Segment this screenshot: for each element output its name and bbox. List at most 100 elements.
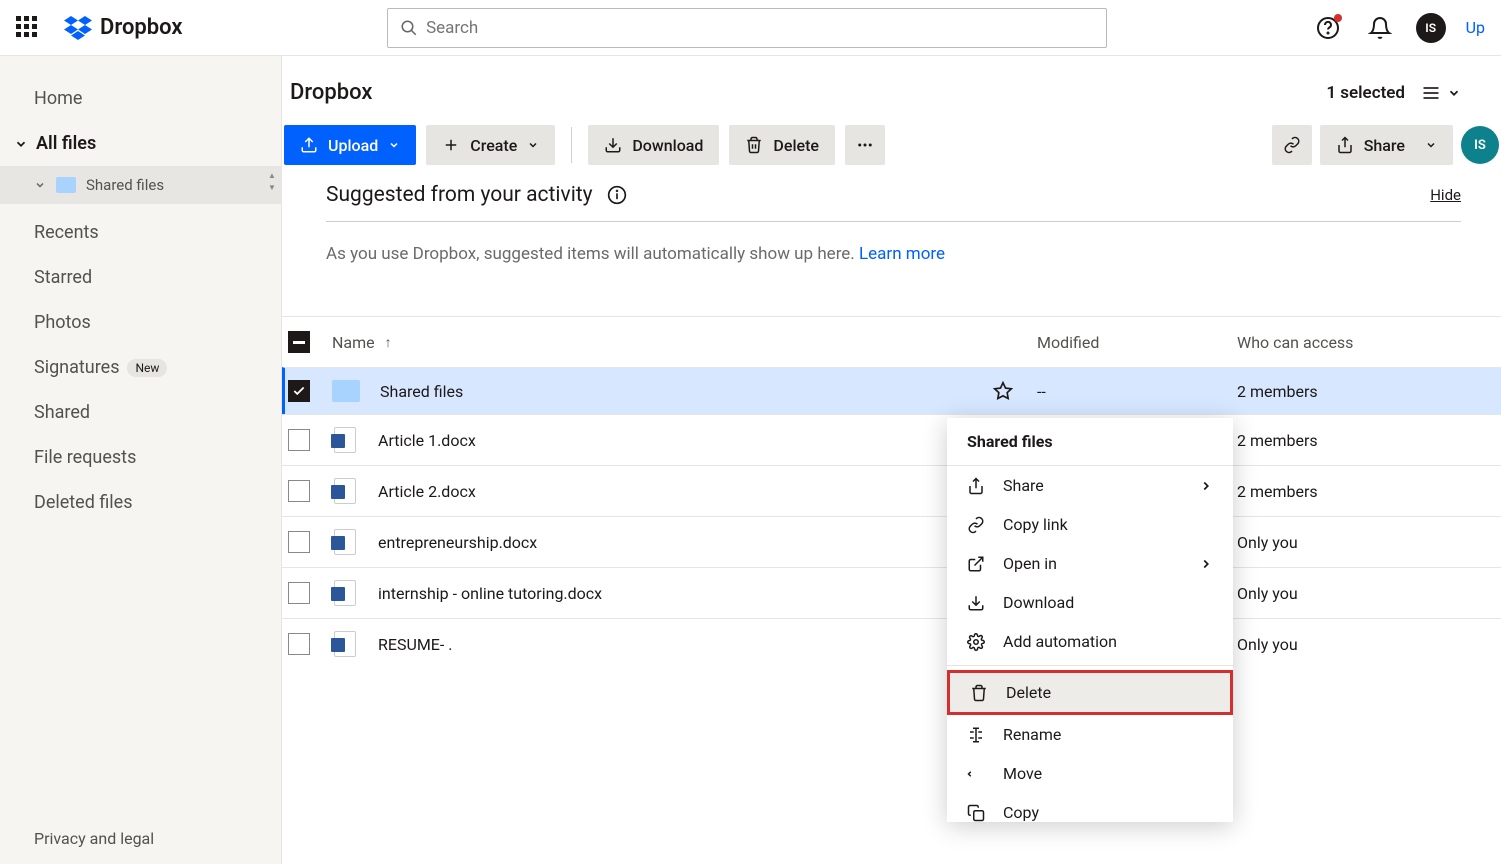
table-header-row: Name ↑ Modified Who can access: [282, 317, 1501, 367]
member-avatar[interactable]: IS: [1461, 126, 1499, 164]
search-container: [183, 8, 1312, 48]
create-button[interactable]: Create: [426, 125, 555, 165]
top-header: Dropbox IS Up: [0, 0, 1501, 56]
sidebar-item-photos[interactable]: Photos: [0, 300, 281, 345]
word-doc-icon: [332, 478, 358, 504]
open-icon: [967, 555, 987, 573]
chevron-down-icon: [34, 179, 46, 191]
menu-item-copy-link[interactable]: Copy link: [947, 505, 1233, 544]
sidebar-item-starred[interactable]: Starred: [0, 255, 281, 300]
trash-icon: [970, 684, 990, 702]
access-info: 2 members: [1237, 482, 1461, 501]
access-info: Only you: [1237, 533, 1461, 552]
link-icon: [1283, 136, 1301, 154]
chevron-right-icon: [1199, 557, 1213, 571]
menu-item-move[interactable]: Move: [947, 754, 1233, 793]
sidebar-item-home[interactable]: Home: [0, 76, 281, 121]
dropbox-logo[interactable]: Dropbox: [64, 15, 183, 40]
user-avatar[interactable]: IS: [1416, 13, 1446, 43]
row-checkbox[interactable]: [288, 429, 310, 451]
menu-item-share[interactable]: Share: [947, 466, 1233, 505]
notifications-button[interactable]: [1364, 12, 1396, 44]
rename-icon: [967, 726, 987, 744]
file-name: Article 1.docx: [378, 431, 476, 450]
main-header: Dropbox 1 selected: [282, 80, 1501, 105]
menu-item-label: Rename: [1003, 725, 1061, 744]
chevron-down-icon: [388, 139, 400, 151]
help-button[interactable]: [1312, 12, 1344, 44]
suggested-section: Suggested from your activity Hide As you…: [282, 183, 1501, 317]
chevron-down-icon: [527, 139, 539, 151]
hide-link[interactable]: Hide: [1430, 186, 1461, 204]
row-checkbox[interactable]: [288, 531, 310, 553]
upgrade-link[interactable]: Up: [1466, 18, 1485, 37]
menu-item-delete[interactable]: Delete: [947, 670, 1233, 715]
row-checkbox[interactable]: [288, 380, 310, 402]
chevron-down-icon: [1447, 86, 1461, 100]
sidebar-item-recents[interactable]: Recents: [0, 210, 281, 255]
word-doc-icon: [332, 427, 358, 453]
copy-link-button[interactable]: [1272, 125, 1312, 165]
menu-divider: [947, 665, 1233, 666]
menu-item-label: Share: [1003, 476, 1044, 495]
scroll-widget[interactable]: ▲▼: [267, 170, 277, 192]
word-doc-icon: [332, 529, 358, 555]
table-row[interactable]: Shared files--2 members: [282, 367, 1501, 414]
word-doc-icon: [332, 631, 358, 657]
menu-item-add-automation[interactable]: Add automation: [947, 622, 1233, 661]
file-name: entrepreneurship.docx: [378, 533, 537, 552]
row-checkbox[interactable]: [288, 480, 310, 502]
delete-button[interactable]: Delete: [729, 125, 835, 165]
row-checkbox[interactable]: [288, 582, 310, 604]
search-box[interactable]: [387, 8, 1107, 48]
view-toggle[interactable]: [1421, 83, 1461, 103]
page-title: Dropbox: [286, 80, 372, 105]
download-button[interactable]: Download: [588, 125, 719, 165]
trash-icon: [745, 136, 763, 154]
table-row[interactable]: entrepreneurship.docx19/5/2021 8:05 pmOn…: [282, 516, 1501, 567]
table-row[interactable]: RESUME- .20/5/2021 7:21 pmOnly you: [282, 618, 1501, 669]
menu-item-label: Open in: [1003, 554, 1057, 573]
dropbox-icon: [64, 16, 92, 40]
menu-item-open-in[interactable]: Open in: [947, 544, 1233, 583]
menu-item-download[interactable]: Download: [947, 583, 1233, 622]
learn-more-link[interactable]: Learn more: [859, 244, 945, 264]
header-right: IS Up: [1312, 12, 1485, 44]
share-button[interactable]: Share: [1320, 125, 1453, 165]
row-checkbox[interactable]: [288, 633, 310, 655]
sidebar-item-deleted-files[interactable]: Deleted files: [0, 480, 281, 525]
menu-item-label: Add automation: [1003, 632, 1117, 651]
table-row[interactable]: Article 1.docx22/5/2021 8:51 pm2 members: [282, 414, 1501, 465]
notification-dot: [1334, 14, 1342, 22]
download-icon: [967, 594, 987, 612]
download-icon: [604, 136, 622, 154]
info-icon[interactable]: [607, 185, 627, 205]
menu-item-label: Copy link: [1003, 515, 1068, 534]
select-all-checkbox[interactable]: [288, 331, 310, 353]
suggested-text: As you use Dropbox, suggested items will…: [326, 222, 1461, 300]
sidebar-item-shared[interactable]: Shared: [0, 390, 281, 435]
table-row[interactable]: internship - online tutoring.docx19/5/20…: [282, 567, 1501, 618]
sidebar-subitem-shared-files[interactable]: Shared files ▲▼: [0, 166, 281, 204]
suggested-title: Suggested from your activity: [326, 183, 627, 207]
sidebar-item-all-files[interactable]: All files: [0, 121, 281, 166]
column-header-modified[interactable]: Modified: [1037, 333, 1237, 352]
column-header-access[interactable]: Who can access: [1237, 333, 1461, 352]
word-doc-icon: [332, 580, 358, 606]
more-actions-button[interactable]: [845, 125, 885, 165]
shared-folder-icon: [332, 380, 360, 402]
table-row[interactable]: Article 2.docx22/5/2021 8:51 pm2 members: [282, 465, 1501, 516]
menu-item-copy[interactable]: Copy: [947, 793, 1233, 822]
sidebar-item-signatures[interactable]: Signatures New: [0, 345, 281, 390]
upload-button[interactable]: Upload: [284, 125, 416, 165]
search-input[interactable]: [426, 18, 1094, 38]
star-icon[interactable]: [993, 381, 1013, 401]
menu-item-rename[interactable]: Rename: [947, 715, 1233, 754]
sidebar-footer-link[interactable]: Privacy and legal: [0, 813, 281, 864]
copy-icon: [967, 804, 987, 822]
main-content: Dropbox 1 selected Upload Create: [282, 56, 1501, 864]
context-menu: Shared files ShareCopy linkOpen inDownlo…: [947, 418, 1233, 822]
sidebar-item-file-requests[interactable]: File requests: [0, 435, 281, 480]
column-header-name[interactable]: Name ↑: [332, 333, 993, 352]
apps-grid-icon[interactable]: [16, 16, 40, 40]
